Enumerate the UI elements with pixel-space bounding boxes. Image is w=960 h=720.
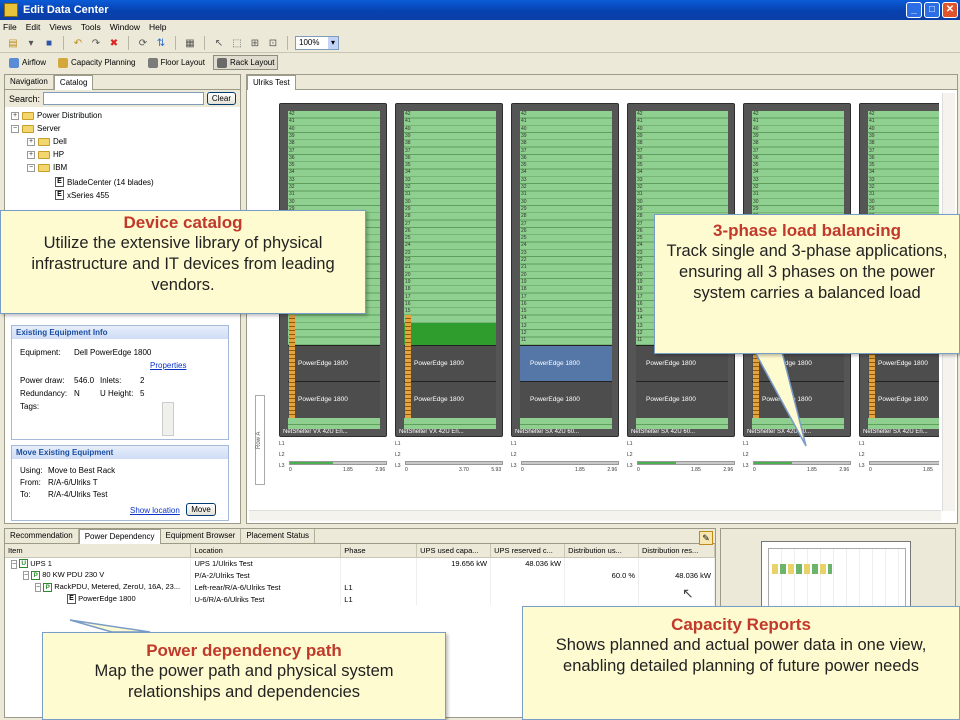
callout-body: Track single and 3-phase applications, e… <box>666 242 948 302</box>
callout-title: Capacity Reports <box>671 615 811 634</box>
callout-tail-phase <box>753 351 807 447</box>
callout-tail-power <box>69 619 151 633</box>
callout-body: Shows planned and actual power data in o… <box>555 636 927 675</box>
callout-body: Map the power path and physical system r… <box>94 662 394 701</box>
callout-load-balancing: 3-phase load balancing Track single and … <box>654 214 960 354</box>
callout-capacity-reports: Capacity Reports Shows planned and actua… <box>522 606 960 720</box>
callout-title: 3-phase load balancing <box>713 221 901 240</box>
callout-power-dependency: Power dependency path Map the power path… <box>42 632 446 720</box>
callout-title: Power dependency path <box>146 641 342 660</box>
